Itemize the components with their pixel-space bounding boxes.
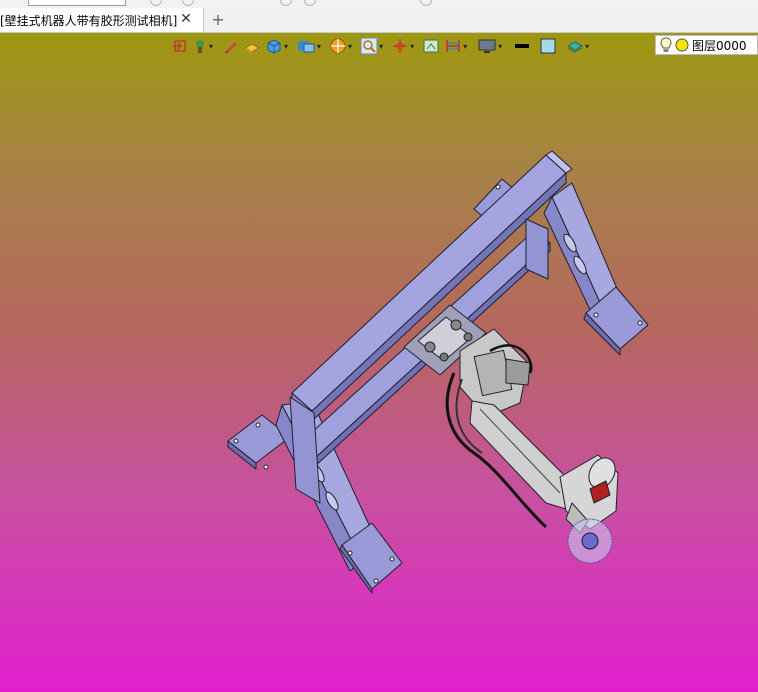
3d-viewport[interactable]: ▾ ▾ ▾ ▾ ▾ ▾ ▾ ▾ ▾ 图层0000 <box>0 33 758 692</box>
settings-icon[interactable] <box>304 0 316 6</box>
help-icon[interactable] <box>420 0 432 6</box>
document-tab[interactable]: [壁挂式机器人带有胶形测试相机] ✕ <box>0 8 204 32</box>
new-tab-button[interactable]: + <box>209 10 227 29</box>
command-field[interactable] <box>28 0 126 6</box>
document-tab-title: [壁挂式机器人带有胶形测试相机] <box>0 13 178 28</box>
redo-icon[interactable] <box>182 0 194 6</box>
close-icon[interactable]: ✕ <box>178 11 194 27</box>
right-post <box>525 218 549 280</box>
document-tab-bar: [壁挂式机器人带有胶形测试相机] ✕ + <box>0 8 758 33</box>
refresh-icon[interactable] <box>280 0 292 6</box>
title-bar-strip <box>0 0 758 8</box>
robot-arm <box>445 328 619 564</box>
upper-crossbeam <box>291 150 573 422</box>
undo-icon[interactable] <box>150 0 162 6</box>
robot-model-render[interactable] <box>0 33 758 692</box>
